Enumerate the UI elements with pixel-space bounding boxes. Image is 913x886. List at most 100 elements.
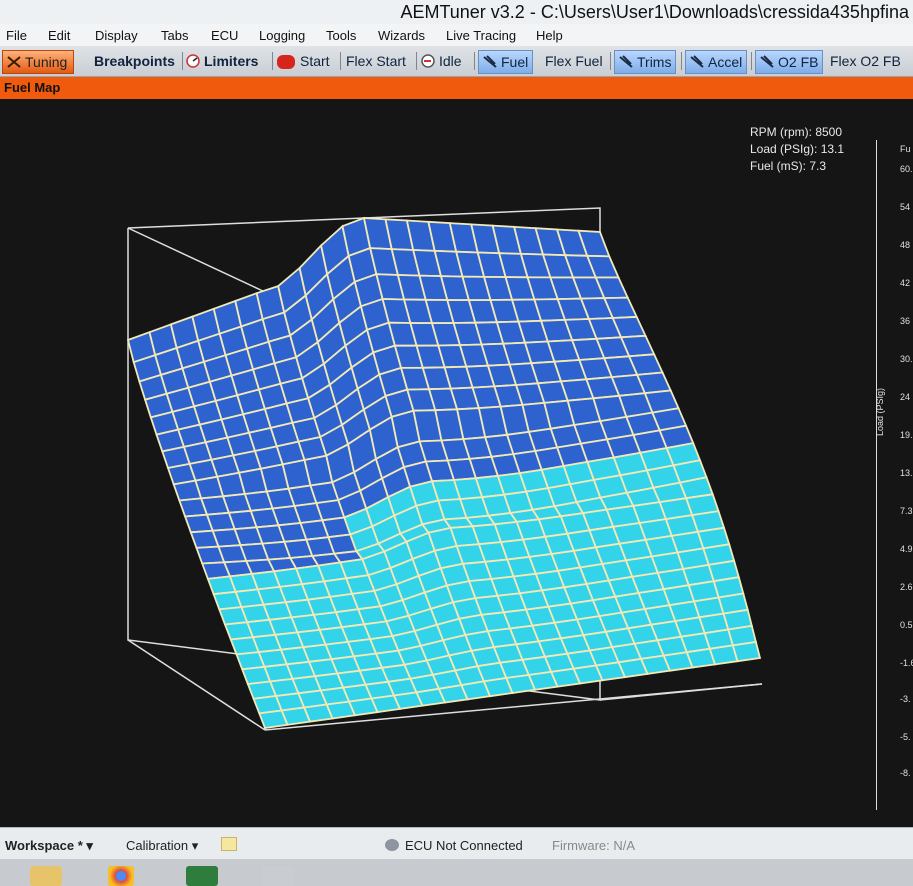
- tab-start[interactable]: Start: [276, 50, 330, 72]
- window-title: AEMTuner v3.2 - C:\Users\User1\Downloads…: [400, 2, 909, 22]
- tab-limiters-label: Limiters: [204, 53, 259, 69]
- scale-tick: -1.6: [900, 658, 913, 668]
- scale-axis-line: [876, 140, 877, 810]
- menu-logging[interactable]: Logging: [259, 28, 305, 43]
- tab-separator: [340, 52, 341, 70]
- tool-taskbar-icon[interactable]: [262, 866, 294, 886]
- tab-idle-label: Idle: [439, 53, 462, 69]
- tab-flex-start-label: Flex Start: [346, 53, 406, 69]
- menu-tabs[interactable]: Tabs: [161, 28, 188, 43]
- workspace-dropdown[interactable]: Workspace * ▾: [5, 838, 93, 854]
- folder-icon[interactable]: [221, 837, 237, 851]
- scale-tick: 54: [900, 202, 911, 212]
- scale-header: Fu: [900, 144, 911, 154]
- scale-tick: 60.: [900, 164, 913, 174]
- map-icon: [690, 55, 704, 69]
- menu-help[interactable]: Help: [536, 28, 563, 43]
- tuning-icon: [7, 55, 21, 69]
- scale-tick: 36: [900, 316, 911, 326]
- menu-display[interactable]: Display: [95, 28, 138, 43]
- firmware-status: Firmware: N/A: [552, 838, 636, 853]
- scale-tick: 2.6: [900, 582, 913, 592]
- surface-cell: [731, 640, 762, 663]
- scale-tick: -3.: [900, 694, 911, 704]
- chrome-icon[interactable]: [108, 866, 134, 886]
- scale-tick: 7.3: [900, 506, 913, 516]
- load-scale: Fu 60. 54 48 42 36 30. 24 19. 13. 7.3 4.…: [875, 136, 913, 810]
- scale-tick: -5.: [900, 732, 911, 742]
- cursor-readout: RPM (rpm): 8500 Load (PSIg): 13.1 Fuel (…: [750, 124, 844, 175]
- dropdown-arrow-icon: ▾: [191, 838, 199, 853]
- map-icon: [619, 55, 633, 69]
- dropdown-arrow-icon: ▾: [86, 838, 93, 853]
- tab-tuning[interactable]: Tuning: [2, 50, 75, 74]
- ecu-status-icon: [385, 839, 399, 851]
- scale-axis-label: Load (PSIg): [875, 387, 885, 436]
- menu-edit[interactable]: Edit: [48, 28, 70, 43]
- stop-sign-icon: [276, 54, 296, 69]
- tab-o2-fb[interactable]: O2 FB: [755, 50, 824, 74]
- menu-wizards[interactable]: Wizards: [378, 28, 425, 43]
- panel-header: Fuel Map: [0, 77, 913, 99]
- calibration-dropdown[interactable]: Calibration ▾: [126, 838, 198, 854]
- menu-file[interactable]: File: [6, 28, 27, 43]
- scale-tick: 13.: [900, 468, 913, 478]
- tab-flex-fuel-label: Flex Fuel: [545, 53, 603, 69]
- scale-tick: 48: [900, 240, 911, 250]
- tab-trims[interactable]: Trims: [614, 50, 677, 74]
- tab-separator: [474, 52, 475, 70]
- tab-start-label: Start: [300, 53, 330, 69]
- idle-gauge-icon: [421, 54, 435, 68]
- ecu-connection-status: ECU Not Connected: [405, 838, 523, 853]
- panel-title: Fuel Map: [4, 80, 61, 95]
- scale-tick: 19.: [900, 430, 913, 440]
- tab-breakpoints-label: Breakpoints: [94, 53, 175, 69]
- file-explorer-icon[interactable]: [30, 866, 62, 886]
- gauge-icon: [186, 54, 200, 68]
- tab-limiters[interactable]: Limiters: [186, 50, 258, 72]
- tab-separator: [182, 52, 183, 70]
- tab-accel-label: Accel: [708, 54, 743, 70]
- bounding-box-edge: [127, 227, 266, 293]
- tab-trims-label: Trims: [637, 54, 672, 70]
- tab-breakpoints[interactable]: Breakpoints: [94, 50, 175, 72]
- tab-fuel-label: Fuel: [501, 54, 529, 70]
- scale-tick: 30.: [900, 354, 913, 364]
- fuel-map-surface[interactable]: [0, 99, 913, 827]
- tab-flex-o2-fb-label: Flex O2 FB: [830, 53, 901, 69]
- map-icon: [760, 55, 774, 69]
- menu-tools[interactable]: Tools: [326, 28, 356, 43]
- menu-ecu[interactable]: ECU: [211, 28, 238, 43]
- readout-fuel: Fuel (mS): 7.3: [750, 159, 827, 173]
- calibration-label: Calibration: [126, 838, 189, 853]
- tab-tuning-label: Tuning: [25, 54, 68, 70]
- bounding-box-edge: [599, 683, 763, 701]
- scale-tick: 42: [900, 278, 911, 288]
- readout-rpm: RPM (rpm): 8500: [750, 125, 843, 139]
- tab-separator: [681, 52, 682, 70]
- map-icon: [483, 55, 497, 69]
- tab-bar: Tuning Breakpoints Limiters Start Flex S…: [0, 46, 913, 77]
- status-bar: Workspace * ▾ Calibration ▾ ECU Not Conn…: [0, 827, 913, 860]
- title-bar: AEMTuner v3.2 - C:\Users\User1\Downloads…: [0, 0, 913, 25]
- scale-tick: -8.: [900, 768, 911, 778]
- tab-separator: [272, 52, 273, 70]
- tab-separator: [416, 52, 417, 70]
- fuel-map-canvas[interactable]: [0, 99, 913, 827]
- readout-load: Load (PSIg): 13.1: [750, 142, 845, 156]
- scale-tick: 24: [900, 392, 911, 402]
- tab-idle[interactable]: Idle: [421, 50, 462, 72]
- aemtuner-taskbar-icon[interactable]: [186, 866, 218, 886]
- tab-separator: [751, 52, 752, 70]
- tab-flex-o2-fb[interactable]: Flex O2 FB: [830, 50, 901, 72]
- tab-separator: [610, 52, 611, 70]
- tab-accel[interactable]: Accel: [685, 50, 748, 74]
- taskbar: [0, 859, 913, 886]
- tab-o2-fb-label: O2 FB: [778, 54, 819, 70]
- tab-flex-start[interactable]: Flex Start: [346, 50, 406, 72]
- menu-live-tracing[interactable]: Live Tracing: [446, 28, 516, 43]
- menu-bar: File Edit Display Tabs ECU Logging Tools…: [0, 24, 913, 46]
- tab-flex-fuel[interactable]: Flex Fuel: [545, 50, 603, 72]
- tab-fuel[interactable]: Fuel: [478, 50, 534, 74]
- scale-tick: 4.9: [900, 544, 913, 554]
